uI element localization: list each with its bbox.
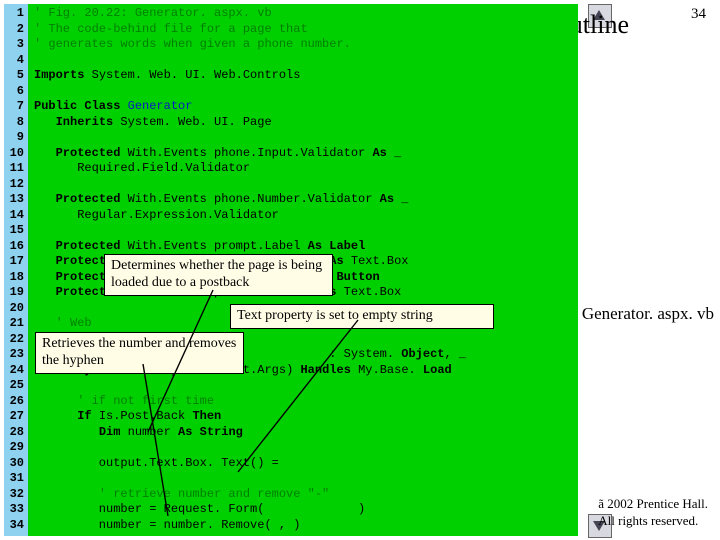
line-number: 13 (4, 192, 24, 208)
line-number: 32 (4, 487, 24, 503)
line-number: 6 (4, 84, 24, 100)
line-number: 18 (4, 270, 24, 286)
line-number: 2 (4, 22, 24, 38)
copyright-line2: All rights reserved. (598, 512, 708, 530)
page-number: 34 (691, 6, 706, 23)
callout-postback: Determines whether the page is being loa… (104, 254, 333, 296)
line-number: 29 (4, 440, 24, 456)
code-listing: 1234567891011121314151617181920212223242… (4, 4, 578, 536)
copyright-line1: ã 2002 Prentice Hall. (598, 495, 708, 513)
line-number: 17 (4, 254, 24, 270)
line-number: 24 (4, 363, 24, 379)
caption-filename: Generator. aspx. vb (582, 304, 714, 324)
line-number: 15 (4, 223, 24, 239)
line-number: 10 (4, 146, 24, 162)
slide-root: 34 Outline Generator. aspx. vb ã 2002 Pr… (0, 0, 720, 540)
line-number: 25 (4, 378, 24, 394)
code-area: ' Fig. 20.22: Generator. aspx. vb ' The … (28, 4, 578, 536)
line-number: 1 (4, 6, 24, 22)
line-number: 14 (4, 208, 24, 224)
line-number: 7 (4, 99, 24, 115)
line-number: 8 (4, 115, 24, 131)
line-number: 33 (4, 502, 24, 518)
line-number: 3 (4, 37, 24, 53)
line-number: 11 (4, 161, 24, 177)
line-number: 19 (4, 285, 24, 301)
line-number: 21 (4, 316, 24, 332)
line-number: 23 (4, 347, 24, 363)
line-number: 34 (4, 518, 24, 534)
line-number: 16 (4, 239, 24, 255)
line-number: 4 (4, 53, 24, 69)
line-number: 5 (4, 68, 24, 84)
copyright-block: ã 2002 Prentice Hall. All rights reserve… (598, 495, 708, 530)
line-number: 26 (4, 394, 24, 410)
line-number: 28 (4, 425, 24, 441)
line-number: 31 (4, 471, 24, 487)
line-number-gutter: 1234567891011121314151617181920212223242… (4, 4, 28, 536)
line-number: 27 (4, 409, 24, 425)
line-number: 12 (4, 177, 24, 193)
line-number: 30 (4, 456, 24, 472)
line-number: 9 (4, 130, 24, 146)
line-number: 20 (4, 301, 24, 317)
callout-text-empty: Text property is set to empty string (230, 304, 494, 329)
callout-retrieve-number: Retrieves the number and removes the hyp… (35, 332, 244, 374)
line-number: 22 (4, 332, 24, 348)
